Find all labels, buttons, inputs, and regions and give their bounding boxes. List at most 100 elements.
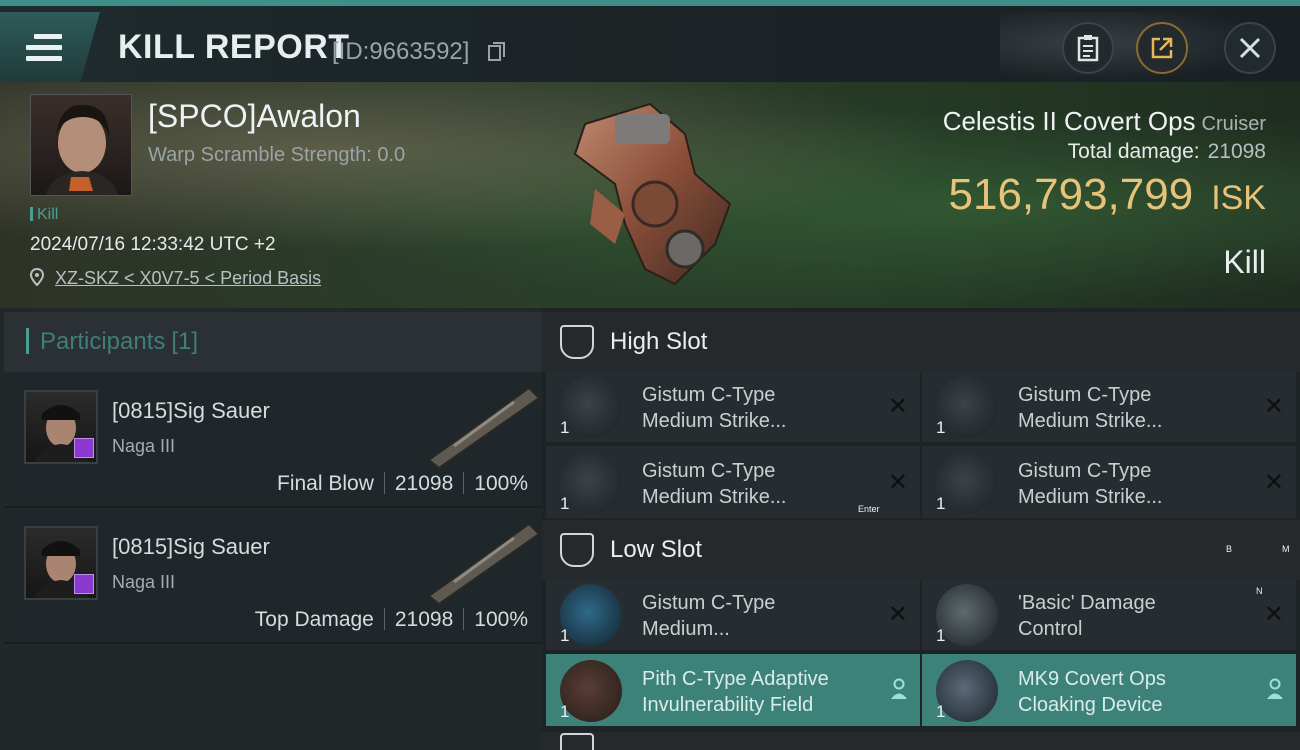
module-name-line2: Medium Strike... [642, 486, 787, 508]
module-item-dropped[interactable]: 1 MK9 Covert Ops Cloaking Device [922, 654, 1296, 726]
module-item[interactable]: 1 Gistum C-Type Medium Strike... ✕ [922, 370, 1296, 442]
isk-value-row: 516,793,799 ISK [949, 170, 1267, 220]
participants-panel: Participants [1] [0815]Sig Sauer Naga III… [0, 308, 542, 750]
module-quantity: 1 [560, 702, 570, 721]
divider [383, 608, 385, 630]
participant-row[interactable]: [0815]Sig Sauer Naga III Top Damage 21098… [4, 510, 542, 644]
participant-name[interactable]: [0815]Sig Sauer [112, 398, 270, 424]
module-name: Gistum C-Type Medium Strike... [642, 458, 882, 510]
menu-button[interactable] [0, 12, 100, 84]
module-name-line1: Gistum C-Type [1018, 460, 1152, 482]
participants-header: Participants [1] [4, 312, 542, 372]
page-title: KILL REPORT [118, 28, 350, 66]
module-item[interactable]: 1 'Basic' Damage Control ✕ N [922, 578, 1296, 650]
close-icon [1239, 37, 1261, 59]
divider [383, 472, 385, 494]
module-name-line2: Medium... [642, 618, 730, 640]
participant-percent: 100% [474, 608, 528, 631]
module-quantity: 1 [560, 626, 570, 645]
victim-name[interactable]: [SPCO]Awalon [148, 98, 361, 135]
hamburger-icon [26, 34, 62, 64]
person-icon [891, 678, 907, 699]
ship-type: Celestis II Covert Ops [942, 106, 1196, 136]
report-id: [ID:9663592] [332, 38, 470, 65]
participant-name[interactable]: [0815]Sig Sauer [112, 534, 270, 560]
participant-ship: Naga III [112, 436, 176, 456]
module-name: Gistum C-Type Medium Strike... [642, 382, 882, 434]
share-button[interactable] [1136, 22, 1188, 74]
result-label: Kill [1223, 244, 1266, 280]
module-name-line2: Medium Strike... [642, 410, 787, 432]
weapon-icon [427, 522, 541, 606]
share-icon [1151, 37, 1173, 59]
participant-percent: 100% [474, 472, 528, 495]
module-name-line1: Pith C-Type Adaptive [642, 668, 829, 690]
key-hint-n: N [1256, 586, 1263, 596]
total-damage: Total damage: 21098 [1068, 140, 1266, 164]
isk-unit: ISK [1211, 179, 1266, 217]
x-icon: ✕ [887, 393, 908, 420]
weapon-icon [427, 386, 541, 470]
divider [463, 472, 465, 494]
ship-class: Cruiser [1201, 113, 1266, 135]
module-name-line2: Medium Strike... [1018, 486, 1163, 508]
x-icon: ✕ [887, 469, 908, 496]
module-item-dropped[interactable]: 1 Pith C-Type Adaptive Invulnerability Fi… [546, 654, 920, 726]
module-quantity: 1 [936, 702, 946, 721]
x-icon: ✕ [1263, 601, 1284, 628]
corp-badge-icon [74, 574, 94, 594]
module-item[interactable]: 1 Gistum C-Type Medium Strike... ✕ Enter [546, 446, 920, 518]
module-quantity: 1 [560, 494, 570, 513]
corp-badge-icon [74, 438, 94, 458]
x-icon: ✕ [1263, 393, 1284, 420]
participant-stats: Final Blow 21098 100% [277, 472, 528, 496]
close-button[interactable] [1224, 22, 1276, 74]
top-bar: KILL REPORT [ID:9663592] [0, 0, 1300, 88]
participant-damage: 21098 [394, 608, 454, 631]
clipboard-button[interactable] [1062, 22, 1114, 74]
victim-banner: [SPCO]Awalon Warp Scramble Strength: 0.0… [0, 82, 1300, 308]
module-quantity: 1 [936, 626, 946, 645]
x-icon: ✕ [887, 601, 908, 628]
copy-icon[interactable] [488, 42, 506, 62]
warp-scramble-strength: Warp Scramble Strength: 0.0 [148, 144, 406, 166]
person-icon [1267, 678, 1283, 699]
slot-shield-icon [560, 533, 594, 567]
module-item[interactable]: 1 Gistum C-Type Medium Strike... ✕ [546, 370, 920, 442]
fitting-panel: High Slot 1 Gistum C-Type Medium Strike..… [542, 308, 1300, 750]
module-name-line2: Medium Strike... [1018, 410, 1163, 432]
module-quantity: 1 [936, 494, 946, 513]
module-name: Gistum C-Type Medium Strike... [1018, 458, 1258, 510]
kill-datetime: 2024/07/16 12:33:42 UTC +2 [30, 234, 276, 255]
location-pin-icon [29, 267, 45, 287]
divider [463, 608, 465, 630]
module-item[interactable]: 1 Gistum C-Type Medium... ✕ [546, 578, 920, 650]
total-damage-label: Total damage: [1067, 140, 1200, 163]
low-slot-title: Low Slot [610, 536, 703, 563]
key-hint-b: B [1226, 544, 1233, 554]
high-slot-title: High Slot [610, 328, 708, 355]
clipboard-icon [1077, 35, 1099, 62]
module-name: MK9 Covert Ops Cloaking Device [1018, 666, 1258, 718]
module-name: Pith C-Type Adaptive Invulnerability Fiel… [642, 666, 882, 718]
participant-role: Top Damage [254, 608, 374, 631]
participant-row[interactable]: [0815]Sig Sauer Naga III Final Blow 21098… [4, 374, 542, 508]
mid-slot-header-partial [542, 732, 1300, 750]
high-slot-header: High Slot [542, 312, 1300, 372]
module-name-line1: Gistum C-Type [642, 460, 776, 482]
participant-damage: 21098 [394, 472, 454, 495]
avatar [45, 104, 119, 195]
location-link[interactable]: XZ-SKZ < X0V7-5 < Period Basis [55, 268, 321, 288]
module-name-line1: Gistum C-Type [642, 592, 776, 614]
module-name-line1: 'Basic' Damage [1018, 592, 1156, 614]
module-item[interactable]: 1 Gistum C-Type Medium Strike... ✕ [922, 446, 1296, 518]
module-name: 'Basic' Damage Control [1018, 590, 1258, 642]
module-name: Gistum C-Type Medium... [642, 590, 882, 642]
participants-title: Participants [40, 328, 166, 355]
participants-count: [1] [171, 328, 199, 355]
ship-image [573, 102, 732, 286]
victim-portrait[interactable] [30, 94, 132, 196]
kill-location[interactable]: XZ-SKZ < X0V7-5 < Period Basis [29, 267, 321, 289]
x-icon: ✕ [1263, 469, 1284, 496]
key-hint-enter: Enter [858, 504, 880, 514]
